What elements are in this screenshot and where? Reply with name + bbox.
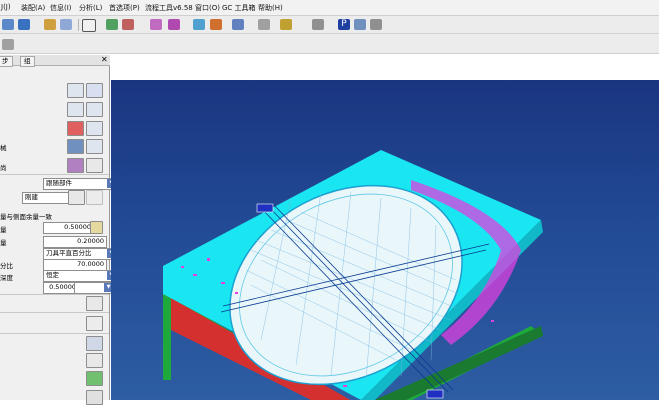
part-icon[interactable]: [67, 102, 84, 117]
folder-icon[interactable]: [44, 19, 56, 30]
divider: [0, 312, 109, 313]
cut-depth-select[interactable]: 恒定 ▼: [43, 270, 117, 282]
divider: [0, 174, 109, 175]
menu-item-assembly[interactable]: 装配(A): [21, 3, 45, 13]
sketch-icon[interactable]: [210, 19, 222, 30]
geometry-icon[interactable]: [67, 83, 84, 98]
save-icon[interactable]: [2, 19, 14, 30]
view-icon[interactable]: [82, 19, 96, 32]
menu-item-gc-toolbox[interactable]: GC 工具箱: [222, 3, 256, 13]
cutting-params-icon[interactable]: [86, 316, 103, 331]
cut-levels-icon[interactable]: [86, 296, 103, 311]
feeds-speeds-icon[interactable]: [86, 353, 103, 368]
program-icon[interactable]: [86, 390, 103, 405]
menu-item-window[interactable]: 窗口(O): [195, 3, 220, 13]
lock-icon[interactable]: [90, 221, 103, 234]
cut-method-label: 械: [0, 144, 7, 152]
base-green-side: [163, 292, 171, 380]
machine-icon[interactable]: [86, 139, 103, 154]
geometry-value: 刚建: [25, 193, 38, 201]
percent-label: 分比: [0, 262, 13, 270]
menu-item-info[interactable]: 信息(I): [50, 3, 72, 13]
cut-depth-type-label: 深度: [0, 274, 13, 282]
panel-titlebar: 步 组 ✕: [0, 55, 110, 67]
select-icon[interactable]: [168, 19, 180, 30]
blank-icon[interactable]: [86, 102, 103, 117]
resource-icon[interactable]: [2, 39, 14, 50]
toolbar-row-1: P: [0, 16, 659, 34]
menu-bar: J(J) 装配(A) 信息(I) 分析(L) 首选项(P) 流程工具v6.58 …: [0, 0, 659, 16]
floor-stock-field[interactable]: 0.20000: [43, 236, 107, 248]
tab-steps[interactable]: 步: [0, 56, 13, 67]
display-tool-icon[interactable]: [86, 158, 103, 173]
part-stock-field[interactable]: 0.50000: [43, 222, 94, 234]
geometry-label: 尚: [0, 164, 7, 172]
tool-disabled-icon: [86, 190, 103, 205]
machine-control-icon[interactable]: [86, 371, 103, 386]
menu-item-analysis[interactable]: 分析(L): [79, 3, 102, 13]
point-icon[interactable]: [258, 19, 270, 30]
part-model: [163, 150, 543, 400]
cut-pattern-value: 跟随部件: [46, 179, 72, 187]
verify-icon[interactable]: [370, 19, 382, 30]
divider: [0, 333, 109, 334]
clamp-block: [256, 203, 274, 213]
display-icon[interactable]: [312, 19, 324, 30]
stepover-value: 刀具平直百分比: [46, 249, 92, 257]
floor-stock-label: 量: [0, 239, 7, 247]
cut-depth-type-value: 恒定: [46, 271, 59, 279]
graphics-viewport[interactable]: [111, 80, 659, 400]
undo-icon[interactable]: [122, 19, 134, 30]
edit-icon[interactable]: [67, 158, 84, 173]
unit-select[interactable]: ▼: [74, 282, 114, 294]
operation-panel: 步 组 ✕ 械 尚 跟随部件 ▼ 刚建 ▼ 量与侧面余量一致 量 0.50000…: [0, 55, 117, 405]
menu-item-preferences[interactable]: 首选项(P): [109, 3, 140, 13]
toolbar-separator: [78, 19, 79, 31]
pointer-icon[interactable]: [60, 19, 72, 30]
check-icon[interactable]: [67, 121, 84, 136]
clamp-block: [426, 389, 444, 399]
tool-icon[interactable]: [86, 83, 103, 98]
divider: [0, 294, 109, 295]
tab-groups[interactable]: 组: [20, 56, 35, 67]
part-stock-label: 量: [0, 226, 7, 234]
specify-icon[interactable]: [68, 190, 85, 205]
snap-icon[interactable]: [193, 19, 205, 30]
menu-item-process-tools[interactable]: 流程工具v6.58: [145, 3, 193, 13]
measure-icon[interactable]: [232, 19, 244, 30]
toolbar-row-2: [0, 34, 659, 54]
non-cutting-moves-icon[interactable]: [86, 336, 103, 351]
menu-item-help[interactable]: 帮助(H): [258, 3, 283, 13]
line-icon[interactable]: [280, 19, 292, 30]
layer-icon[interactable]: [106, 19, 118, 30]
close-icon[interactable]: ✕: [101, 55, 108, 64]
cut-pattern-select[interactable]: 跟随部件 ▼: [43, 178, 117, 190]
cube-icon[interactable]: [18, 19, 30, 30]
stock-side-label: 量与侧面余量一致: [0, 213, 52, 221]
menu-item-j[interactable]: J(J): [1, 3, 11, 11]
filter-icon[interactable]: [150, 19, 162, 30]
tool-holder-icon[interactable]: [86, 121, 103, 136]
generate-icon[interactable]: [354, 19, 366, 30]
method-icon[interactable]: [67, 139, 84, 154]
p-icon[interactable]: P: [338, 19, 350, 30]
